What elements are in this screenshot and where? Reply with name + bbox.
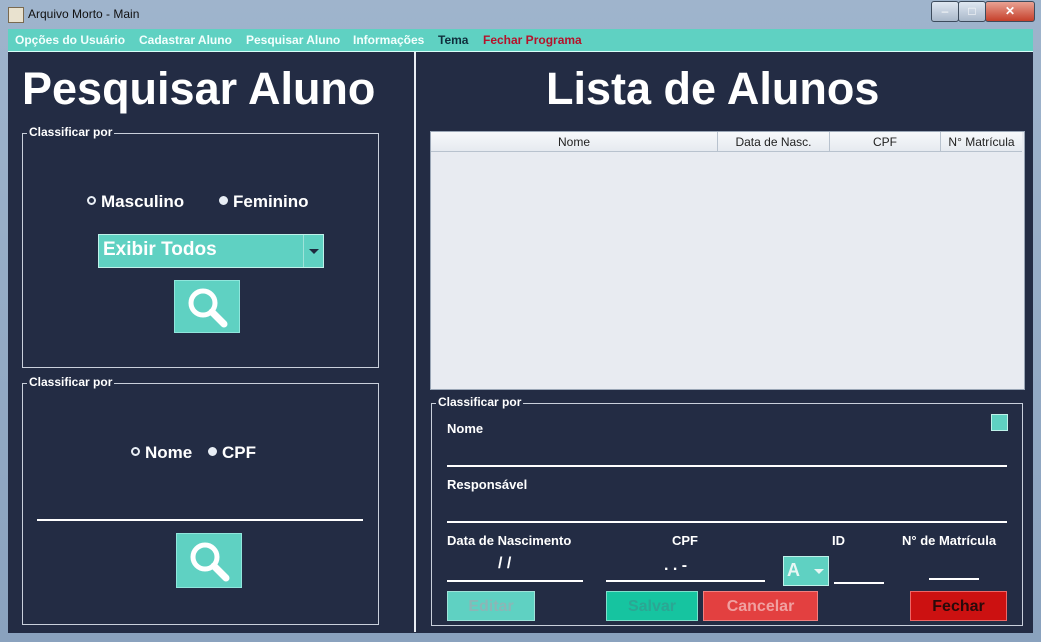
radio-selected-icon bbox=[219, 196, 228, 205]
label-nome: Nome bbox=[447, 421, 484, 436]
menu-pesquisar-aluno[interactable]: Pesquisar Aluno bbox=[246, 33, 340, 47]
cpf-mask: . . - bbox=[664, 557, 688, 574]
radio-selected-icon bbox=[208, 447, 217, 456]
select-value: Exibir Todos bbox=[103, 239, 217, 260]
salvar-button[interactable]: Salvar bbox=[606, 591, 698, 621]
maximize-icon: □ bbox=[968, 4, 976, 18]
radio-label: Masculino bbox=[101, 192, 185, 211]
label-id: ID bbox=[832, 533, 845, 548]
java-app-icon bbox=[8, 7, 24, 23]
search-button-genero[interactable] bbox=[174, 280, 240, 333]
window-title: Arquivo Morto - Main bbox=[28, 7, 140, 21]
label-data-nascimento: Data de Nascimento bbox=[447, 533, 572, 548]
label-responsavel: Responsável bbox=[447, 477, 528, 492]
column-header-cpf[interactable]: CPF bbox=[830, 132, 941, 151]
menu-opcoes-usuario[interactable]: Opções do Usuário bbox=[15, 33, 125, 47]
page-title-pesquisar: Pesquisar Aluno bbox=[22, 63, 376, 114]
table-header: Nome Data de Nasc. CPF N° Matrícula bbox=[431, 132, 1022, 152]
radio-feminino[interactable]: Feminino bbox=[219, 192, 309, 212]
search-button-nome-cpf[interactable] bbox=[176, 533, 242, 588]
menu-fechar-programa[interactable]: Fechar Programa bbox=[483, 33, 582, 47]
radio-cpf[interactable]: CPF bbox=[208, 443, 256, 463]
group-classificar-genero: Classificar por Masculino Feminino Exibi… bbox=[22, 125, 379, 368]
nascimento-mask: / / bbox=[498, 555, 512, 572]
radio-unselected-icon bbox=[87, 196, 96, 205]
close-icon: ✕ bbox=[1004, 4, 1016, 18]
nascimento-input[interactable] bbox=[447, 580, 583, 582]
editar-button[interactable]: Editar bbox=[447, 591, 535, 621]
matricula-input[interactable] bbox=[929, 578, 979, 580]
chevron-down-icon[interactable] bbox=[303, 235, 324, 267]
search-input[interactable] bbox=[37, 484, 363, 521]
id-select-value: A bbox=[787, 560, 800, 580]
chevron-down-icon[interactable] bbox=[810, 557, 828, 585]
input-underline bbox=[37, 519, 363, 521]
cancelar-button[interactable]: Cancelar bbox=[703, 591, 818, 621]
label-cpf: CPF bbox=[672, 533, 698, 548]
column-header-matricula[interactable]: N° Matrícula bbox=[941, 132, 1022, 151]
column-header-data-nasc[interactable]: Data de Nasc. bbox=[718, 132, 830, 151]
column-header-nome[interactable]: Nome bbox=[431, 132, 718, 151]
radio-label: Nome bbox=[145, 443, 193, 462]
fechar-button[interactable]: Fechar bbox=[910, 591, 1007, 621]
cpf-input[interactable] bbox=[606, 580, 765, 582]
group-classificar-nome-cpf: Classificar por Nome CPF bbox=[22, 375, 379, 625]
group-label: Classificar por bbox=[27, 375, 115, 389]
radio-masculino[interactable]: Masculino bbox=[87, 192, 184, 212]
filter-select[interactable]: Exibir Todos bbox=[98, 234, 324, 268]
checkbox-toggle[interactable] bbox=[991, 414, 1008, 431]
radio-nome[interactable]: Nome bbox=[131, 443, 192, 463]
search-icon bbox=[190, 542, 230, 582]
group-label: Classificar por bbox=[436, 395, 524, 409]
group-student-form: Classificar por Nome Responsável Data de… bbox=[431, 395, 1023, 626]
id-select[interactable]: A bbox=[783, 556, 829, 586]
page-title-lista: Lista de Alunos bbox=[546, 63, 880, 114]
menu-informacoes[interactable]: Informações bbox=[353, 33, 424, 47]
radio-label: CPF bbox=[222, 443, 256, 462]
responsavel-input[interactable] bbox=[447, 521, 1007, 523]
panel-divider bbox=[414, 52, 416, 632]
menu-cadastrar-aluno[interactable]: Cadastrar Aluno bbox=[139, 33, 232, 47]
title-bar[interactable]: Arquivo Morto - Main – □ ✕ bbox=[0, 0, 1041, 28]
menu-bar: Opções do Usuário Cadastrar Aluno Pesqui… bbox=[8, 29, 1033, 52]
close-window-button[interactable]: ✕ bbox=[985, 1, 1035, 22]
menu-tema[interactable]: Tema bbox=[438, 33, 468, 47]
students-table[interactable]: Nome Data de Nasc. CPF N° Matrícula bbox=[430, 131, 1025, 390]
minimize-button[interactable]: – bbox=[931, 1, 959, 22]
maximize-button[interactable]: □ bbox=[958, 1, 986, 22]
id-input[interactable] bbox=[834, 582, 884, 584]
nome-input[interactable] bbox=[447, 465, 1007, 467]
group-label: Classificar por bbox=[27, 125, 115, 139]
radio-unselected-icon bbox=[131, 447, 140, 456]
minimize-icon: – bbox=[941, 4, 949, 18]
search-icon bbox=[188, 288, 228, 328]
radio-label: Feminino bbox=[233, 192, 309, 211]
label-matricula: N° de Matrícula bbox=[902, 533, 997, 548]
